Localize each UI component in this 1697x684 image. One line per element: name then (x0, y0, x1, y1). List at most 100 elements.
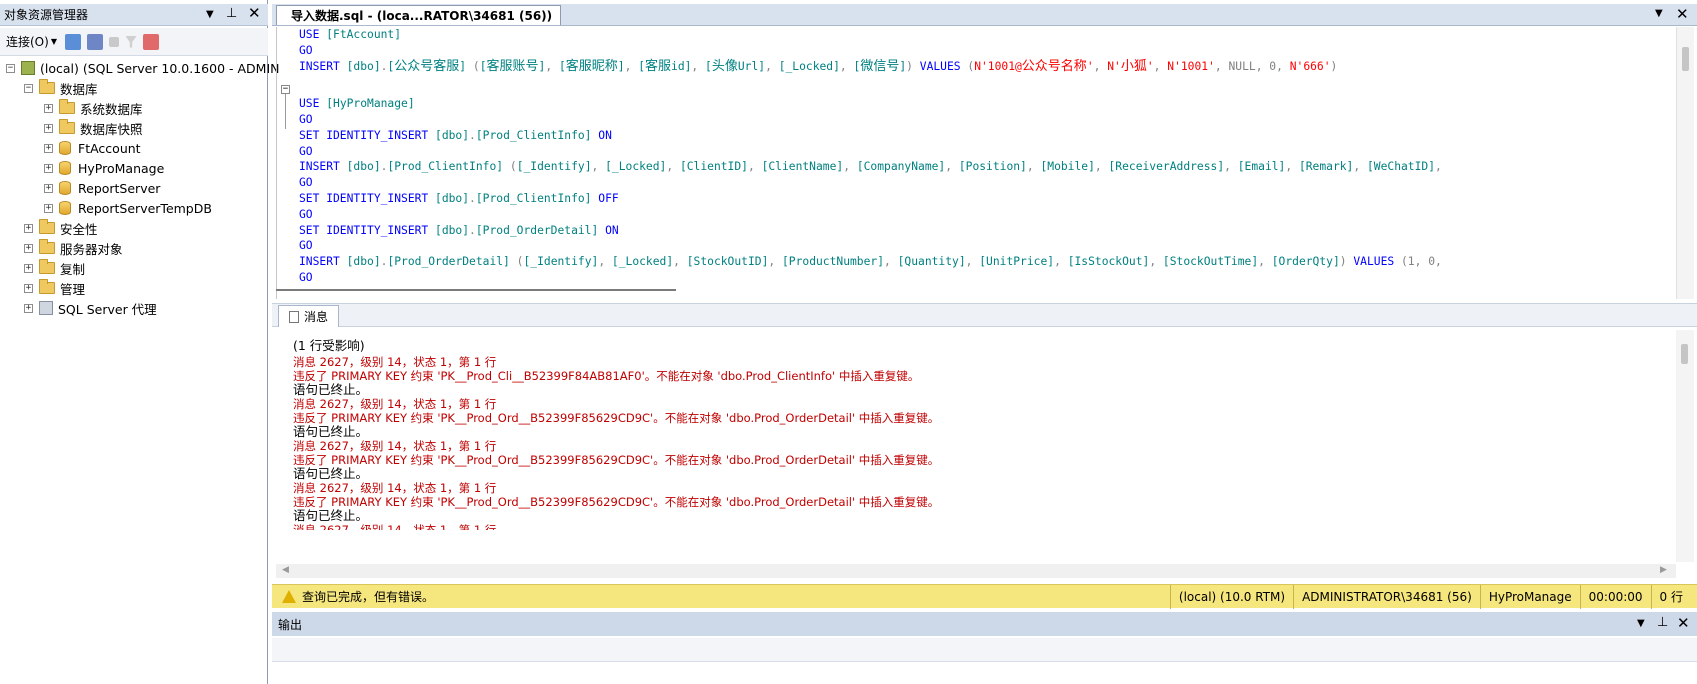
code-line: GO (299, 144, 313, 158)
filter-icon[interactable] (124, 35, 137, 48)
tab-query-document[interactable]: 导入数据.sql - (loca...RATOR\34681 (56)) (276, 5, 562, 25)
code-line: SET IDENTITY_INSERT [dbo].[Prod_ClientIn… (299, 192, 619, 205)
messages-pane[interactable]: (1 行受影响) 消息 2627，级别 14，状态 1，第 1 行 违反了 PRI… (276, 330, 1676, 560)
stop-icon[interactable] (108, 36, 119, 47)
document-icon (289, 310, 299, 323)
tree-node-snapshots[interactable]: + 数据库快照 (44, 118, 143, 138)
code-line: GO (299, 271, 313, 284)
editor-horizontal-scrollbar[interactable] (276, 289, 676, 291)
expand-icon[interactable]: + (24, 303, 33, 313)
expand-icon[interactable]: + (44, 163, 53, 173)
code-line: GO (299, 43, 313, 57)
sql-code-editor[interactable]: − USE [FtAccount] GO INSERT [dbo].[公众号客服] … (276, 27, 1676, 299)
code-line: GO (299, 239, 313, 253)
message-line: 消息 2627，级别 14，状态 1，第 1 行 (293, 523, 497, 530)
connect-button[interactable]: 连接(O) ▼ (4, 32, 59, 52)
connect-icon[interactable] (64, 33, 81, 50)
tab-messages[interactable]: 消息 (278, 305, 340, 327)
tree-node-db-ftaccount[interactable]: + FtAccount (44, 138, 141, 158)
message-line: 违反了 PRIMARY KEY 约束 'PK__Prod_Ord__B52399… (293, 411, 940, 425)
tree-node-server[interactable]: − (local) (SQL Server 10.0.1600 - ADMIN (6, 58, 279, 78)
folder-icon (59, 99, 75, 114)
collapse-icon[interactable]: − (24, 83, 33, 93)
tab-label: 导入数据.sql - (loca...RATOR\34681 (56)) (291, 9, 553, 23)
tab-label: 消息 (304, 310, 329, 324)
editor-vertical-scrollbar[interactable] (1676, 27, 1694, 299)
message-line: 违反了 PRIMARY KEY 约束 'PK__Prod_Ord__B52399… (293, 495, 940, 509)
tree-node-management[interactable]: + 管理 (24, 278, 85, 298)
database-icon (59, 201, 71, 215)
connect-label: 连接(O) (6, 35, 49, 49)
tree-label: 管理 (60, 281, 86, 297)
tree-node-databases[interactable]: − 数据库 (24, 78, 98, 98)
dropdown-icon[interactable]: ▼ (206, 9, 214, 20)
tree-node-db-hypromanage[interactable]: + HyProManage (44, 158, 164, 178)
chevron-down-icon: ▼ (50, 37, 57, 46)
tree-node-db-reportserver[interactable]: + ReportServer (44, 178, 160, 198)
status-row-count: 0 行 (1650, 584, 1697, 609)
tree-node-security[interactable]: + 安全性 (24, 218, 98, 238)
query-status-bar: 查询已完成，但有错误。 (local) (10.0 RTM) ADMINISTR… (272, 584, 1697, 609)
folder-icon (39, 239, 55, 254)
code-line: GO (299, 207, 313, 221)
expand-icon[interactable]: + (44, 103, 53, 113)
message-line: 违反了 PRIMARY KEY 约束 'PK__Prod_Cli__B52399… (293, 369, 920, 383)
code-line: SET IDENTITY_INSERT [dbo].[Prod_ClientIn… (299, 128, 612, 142)
folder-icon (39, 259, 55, 274)
tree-node-system-dbs[interactable]: + 系统数据库 (44, 98, 143, 118)
close-icon[interactable]: ✕ (248, 4, 261, 22)
scroll-thumb[interactable] (1681, 344, 1688, 364)
status-user: ADMINISTRATOR\34681 (56) (1293, 584, 1480, 609)
object-explorer-titlebar: 对象资源管理器 ▼ ⊥ ✕ (0, 4, 268, 26)
dropdown-icon[interactable]: ▼ (1637, 618, 1645, 629)
status-message: 查询已完成，但有错误。 (302, 590, 435, 604)
close-icon[interactable]: ✕ (1677, 614, 1690, 632)
tree-node-agent[interactable]: + SQL Server 代理 (24, 298, 157, 318)
collapse-icon[interactable]: − (6, 63, 15, 73)
rows-affected-text: (1 行受影响) (293, 338, 365, 353)
status-elapsed-time: 00:00:00 (1579, 584, 1651, 609)
fold-collapse-icon[interactable]: − (281, 85, 290, 94)
tree-label: ReportServer (78, 180, 161, 196)
expand-icon[interactable]: + (24, 223, 33, 233)
scroll-right-icon[interactable]: ▶ (1660, 565, 1667, 575)
messages-vertical-scrollbar[interactable] (1676, 330, 1694, 562)
dropdown-icon[interactable]: ▼ (1655, 8, 1663, 19)
object-explorer-toolbar: 连接(O) ▼ (0, 28, 268, 56)
expand-icon[interactable]: + (44, 143, 53, 153)
database-icon (59, 141, 71, 155)
code-line: USE [HyProManage] (299, 97, 415, 111)
scroll-thumb[interactable] (1682, 47, 1689, 71)
folder-icon (39, 219, 55, 234)
expand-icon[interactable]: + (44, 123, 53, 133)
database-icon (59, 181, 71, 195)
agent-icon (39, 301, 53, 315)
object-explorer-title: 对象资源管理器 (4, 8, 89, 22)
code-line: INSERT [dbo].[Prod_OrderDetail] ([_Ident… (299, 255, 1442, 269)
pin-icon[interactable]: ⊥ (226, 6, 237, 21)
expand-icon[interactable]: + (44, 183, 53, 193)
code-line: GO (299, 176, 313, 190)
status-server: (local) (10.0 RTM) (1169, 584, 1293, 609)
tree-node-server-objects[interactable]: + 服务器对象 (24, 238, 123, 258)
output-titlebar: 输出 ▼ ⊥ ✕ (272, 612, 1697, 636)
expand-icon[interactable]: + (24, 243, 33, 253)
results-tab-strip (272, 303, 1697, 327)
tree-label: (local) (SQL Server 10.0.1600 - ADMIN (40, 60, 280, 76)
messages-horizontal-scrollbar[interactable]: ◀ ▶ (276, 564, 1676, 578)
tree-label: 系统数据库 (80, 101, 143, 117)
expand-icon[interactable]: + (24, 263, 33, 273)
disconnect-icon[interactable] (86, 33, 103, 50)
pin-icon[interactable]: ⊥ (1657, 615, 1668, 630)
expand-icon[interactable]: + (24, 283, 33, 293)
scroll-left-icon[interactable]: ◀ (282, 565, 289, 575)
tree-label: ReportServerTempDB (78, 200, 212, 216)
close-document-icon[interactable]: ✕ (1676, 5, 1689, 23)
expand-icon[interactable]: + (44, 203, 53, 213)
tree-label: 安全性 (60, 221, 98, 237)
code-line: INSERT [dbo].[Prod_ClientInfo] ([_Identi… (299, 160, 1442, 174)
tree-node-db-reportservertempdb[interactable]: + ReportServerTempDB (44, 198, 212, 218)
warning-icon (282, 590, 296, 603)
tree-node-replication[interactable]: + 复制 (24, 258, 85, 278)
refresh-icon[interactable] (142, 33, 159, 50)
